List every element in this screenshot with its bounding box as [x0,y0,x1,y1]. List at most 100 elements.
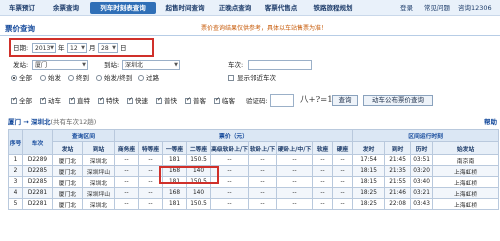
table-cell: -- [248,176,278,188]
type-regular-checkbox[interactable] [185,96,191,104]
type-fast-checkbox[interactable] [127,96,133,104]
type-direct-checkbox[interactable] [69,96,75,104]
table-cell: -- [332,154,354,166]
type-fast-label: 快速 [135,97,148,105]
captcha-input[interactable] [270,94,294,107]
day-select[interactable]: 28 ▼ [98,43,118,53]
train-label: 车次: [228,61,244,69]
col-hard-sleeper: 硬卧上/中/下 [276,141,314,155]
show-nearby-label: 显示邻近车次 [237,74,276,82]
tab-delay-query[interactable]: 正晚点查询 [214,2,256,14]
table-cell: 18:15 [352,176,386,188]
tab-timetable[interactable]: 列车时刻表查询 [90,2,156,14]
type-temporary-checkbox[interactable] [214,96,220,104]
type-express-checkbox[interactable] [98,96,104,104]
radio-terminal[interactable] [68,75,74,81]
tab-remaining-tickets[interactable]: 余票查询 [46,2,86,14]
table-cell: -- [114,154,140,166]
table-cell: -- [332,176,354,188]
radio-origin[interactable] [40,75,46,81]
table-cell: -- [312,154,334,166]
table-cell: 18:25 [352,198,386,210]
type-regular-fast-checkbox[interactable] [156,96,162,104]
col-train: 车次 [22,129,53,155]
table-row[interactable]: 3 D2285 厦门北 深圳北 -- -- 181 150.5 -- -- -- -- -- 18:15 2… [8,176,500,188]
show-nearby-checkbox[interactable] [228,75,234,81]
table-cell: 5 [8,198,23,210]
col-first-class: 一等座 [162,141,188,155]
date-label: 日期: [13,44,29,52]
faq-link[interactable]: 常见问题 [424,2,450,14]
type-emu-checkbox[interactable] [40,96,46,104]
table-row[interactable]: 1 D2289 厦门北 深圳北 -- -- 181 150.5 -- -- -- -- -- 17:54 2… [8,154,500,166]
table-cell: 21:35 [384,165,412,177]
tab-sale-time[interactable]: 起售时间查询 [160,2,210,14]
type-all-checkbox[interactable] [11,96,17,104]
help-link[interactable]: 帮助 [484,117,497,127]
table-cell: 上海虹桥 [432,165,500,177]
chevron-down-icon: ▼ [174,62,178,68]
table-cell: 4 [8,187,23,199]
table-cell: 181 [162,198,188,210]
table-cell: -- [248,187,278,199]
table-cell: 21:46 [384,187,412,199]
table-cell: 深圳坪山 [81,165,116,177]
table-cell: 03:40 [410,176,434,188]
tab-agency[interactable]: 客票代售点 [260,2,302,14]
col-arrive: 到时 [384,141,412,155]
radio-passing-label: 过路 [146,74,159,82]
year-select[interactable]: 2013 ▼ [32,43,56,53]
col-second-class: 二等座 [186,141,212,155]
fare-table: 序号 车次 查询区间 票价（元） 区间运行时刻 发站 到站 商务座 特等座 一等… [8,129,500,210]
from-label: 发站: [13,61,29,69]
table-cell: D2285 [22,176,53,188]
col-times: 区间运行时刻 [352,129,500,142]
table-cell: -- [332,198,354,210]
type-regular-fast-label: 普快 [164,97,177,105]
radio-passing[interactable] [138,75,144,81]
table-row[interactable]: 4 D2281 厦门北 深圳坪山 -- -- 168 140 -- -- -- -- -- 18:25 21… [8,187,500,199]
query-button[interactable]: 查询 [332,95,358,106]
table-cell: D2289 [22,154,53,166]
login-link[interactable]: 登录 [400,2,413,14]
type-regular-label: 普客 [193,97,206,105]
table-cell: -- [210,187,250,199]
tab-ticket-booking[interactable]: 车票预订 [2,2,42,14]
table-cell: 140 [186,187,212,199]
col-soft-sleeper: 软卧上/下 [248,141,278,155]
radio-origin-terminal[interactable] [96,75,102,81]
table-cell: 深圳北 [81,154,116,166]
table-row[interactable]: 2 D2285 厦门北 深圳坪山 -- -- 168 140 -- -- -- -- -- 18:15 21… [8,165,500,177]
table-cell: 厦门北 [52,154,83,166]
table-cell: -- [138,198,164,210]
table-cell: 厦门北 [52,187,83,199]
from-station-input[interactable]: 厦门 ▼ [32,60,88,70]
table-cell: 03:20 [410,165,434,177]
train-number-input[interactable] [248,60,312,70]
table-cell: 21:45 [384,154,412,166]
table-cell: 深圳北 [81,176,116,188]
table-cell: 3 [8,176,23,188]
type-temporary-label: 临客 [222,97,235,105]
table-cell: 厦门北 [52,176,83,188]
table-row[interactable]: 5 D2281 厦门北 深圳北 -- -- 181 150.5 -- -- -- -- -- 18:25 2… [8,198,500,210]
table-cell: D2285 [22,165,53,177]
table-cell: 22:08 [384,198,412,210]
radio-terminal-label: 终到 [76,74,89,82]
col-depart: 发时 [352,141,386,155]
radio-origin-label: 始发 [48,74,61,82]
col-hard-seat: 硬座 [332,141,354,155]
bus-fare-query-button[interactable]: 动车公布票价查询 [363,95,433,106]
tab-journey-planner[interactable]: 铁路旅程规划 [306,2,360,14]
col-to: 到站 [81,141,116,155]
col-interval: 查询区间 [51,129,116,142]
radio-all[interactable] [11,75,17,81]
table-cell: -- [312,187,334,199]
to-station-input[interactable]: 深圳北 ▼ [122,60,180,70]
month-select[interactable]: 12 ▼ [67,43,87,53]
table-cell: -- [138,187,164,199]
table-cell: -- [248,198,278,210]
table-cell: 1 [8,154,23,166]
hotline-text: 咨询12306 [458,4,492,12]
table-cell: -- [276,187,314,199]
